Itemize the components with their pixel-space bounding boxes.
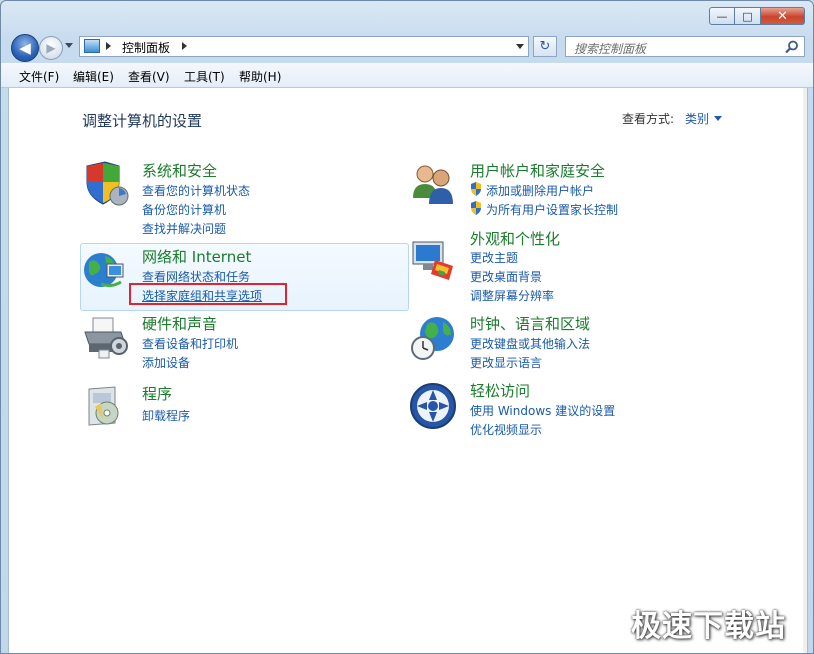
uac-shield-icon (471, 201, 481, 215)
globe-clock-icon[interactable] (409, 314, 457, 362)
category-title-hardware-sound[interactable]: 硬件和声音 (142, 313, 217, 334)
address-bar[interactable]: 控制面板 (79, 36, 529, 57)
link-display-language[interactable]: 更改显示语言 (470, 354, 542, 371)
monitor-paint-icon[interactable] (409, 236, 457, 284)
link-change-theme[interactable]: 更改主题 (470, 249, 518, 266)
link-devices-printers[interactable]: 查看设备和打印机 (142, 335, 238, 352)
highlight-annotation-box (129, 283, 287, 305)
link-change-background[interactable]: 更改桌面背景 (470, 268, 542, 285)
menu-tools[interactable]: 工具(T) (184, 68, 225, 85)
link-add-remove-accounts[interactable]: 添加或删除用户帐户 (486, 182, 594, 199)
printer-icon[interactable] (81, 314, 129, 362)
control-panel-window: — □ ✕ ◀ ▶ 控制面板 ↻ 搜索控制面板 文件(F) 编辑(E) 查看(V… (0, 0, 814, 654)
users-icon[interactable] (409, 160, 457, 208)
category-title-programs[interactable]: 程序 (142, 383, 172, 404)
maximize-button[interactable]: □ (735, 7, 761, 25)
view-mode-label: 查看方式: (622, 112, 675, 126)
recent-pages-dropdown-icon[interactable] (65, 43, 73, 48)
category-title-ease-of-access[interactable]: 轻松访问 (470, 380, 530, 401)
watermark-text: 极速下载站 (631, 609, 786, 644)
control-panel-icon (84, 39, 100, 53)
breadcrumb-control-panel[interactable]: 控制面板 (122, 39, 170, 56)
content-area: 调整计算机的设置 查看方式: 类别 系统和安全 查看您的计算机状态 备份您的计算… (8, 88, 808, 653)
back-button[interactable]: ◀ (11, 34, 39, 62)
chevron-right-icon[interactable] (106, 42, 111, 50)
menu-file[interactable]: 文件(F) (19, 68, 59, 85)
address-dropdown-icon[interactable] (516, 44, 524, 49)
title-bar: — □ ✕ (1, 1, 813, 31)
link-backup-computer[interactable]: 备份您的计算机 (142, 201, 226, 218)
link-parental-controls[interactable]: 为所有用户设置家长控制 (486, 201, 618, 218)
link-uninstall-program[interactable]: 卸载程序 (142, 407, 190, 424)
forward-button[interactable]: ▶ (39, 36, 63, 60)
category-title-network-internet[interactable]: 网络和 Internet (142, 246, 251, 267)
link-troubleshoot[interactable]: 查找并解决问题 (142, 220, 226, 237)
search-input[interactable]: 搜索控制面板 (565, 36, 805, 57)
menu-edit[interactable]: 编辑(E) (73, 68, 114, 85)
link-add-device[interactable]: 添加设备 (142, 354, 190, 371)
scrollbar[interactable] (803, 88, 807, 653)
view-mode-selector[interactable]: 类别 (685, 110, 709, 127)
menu-bar: 文件(F) 编辑(E) 查看(V) 工具(T) 帮助(H) (1, 63, 813, 88)
ease-access-icon[interactable] (409, 382, 457, 430)
link-windows-recommended-settings[interactable]: 使用 Windows 建议的设置 (470, 402, 615, 419)
category-title-clock-language-region[interactable]: 时钟、语言和区域 (470, 313, 590, 334)
navigation-bar: ◀ ▶ 控制面板 ↻ 搜索控制面板 (1, 31, 813, 63)
chevron-down-icon[interactable] (714, 116, 722, 121)
window-controls: — □ ✕ (709, 7, 805, 25)
uac-shield-icon (471, 182, 481, 196)
category-title-appearance[interactable]: 外观和个性化 (470, 228, 560, 249)
search-icon[interactable] (784, 39, 800, 55)
category-title-system-security[interactable]: 系统和安全 (142, 160, 217, 181)
close-button[interactable]: ✕ (761, 7, 805, 25)
search-placeholder: 搜索控制面板 (574, 42, 647, 56)
programs-icon[interactable] (81, 383, 129, 431)
shield-icon[interactable] (81, 160, 129, 208)
page-title: 调整计算机的设置 (82, 112, 203, 130)
menu-view[interactable]: 查看(V) (128, 68, 170, 85)
link-optimize-visual-display[interactable]: 优化视频显示 (470, 421, 542, 438)
category-title-user-accounts[interactable]: 用户帐户和家庭安全 (470, 160, 605, 181)
network-globe-icon[interactable] (81, 248, 129, 296)
link-screen-resolution[interactable]: 调整屏幕分辨率 (470, 287, 554, 304)
chevron-right-icon[interactable] (182, 42, 187, 50)
menu-help[interactable]: 帮助(H) (239, 68, 281, 85)
link-change-keyboard[interactable]: 更改键盘或其他输入法 (470, 335, 590, 352)
minimize-button[interactable]: — (709, 7, 735, 25)
link-view-computer-status[interactable]: 查看您的计算机状态 (142, 182, 250, 199)
refresh-button[interactable]: ↻ (533, 36, 557, 57)
